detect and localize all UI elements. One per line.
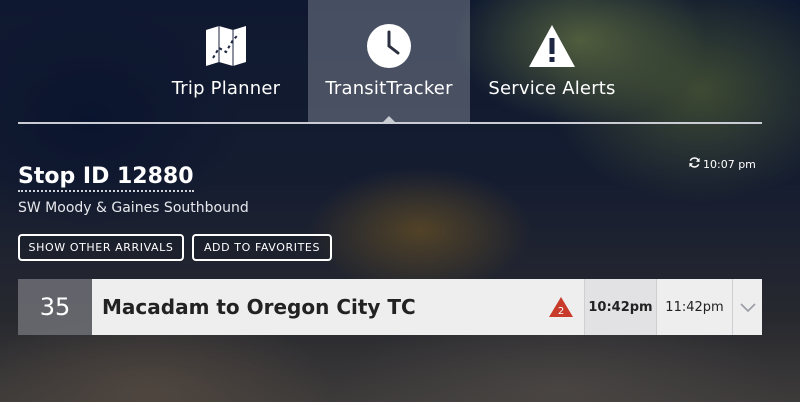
stop-title[interactable]: Stop ID 12880 <box>18 164 194 192</box>
expand-arrival-button[interactable] <box>732 279 762 335</box>
tab-label: TransitTracker <box>325 78 453 99</box>
clock-icon <box>366 22 412 70</box>
arrival-time-next: 10:42pm <box>584 279 656 335</box>
arrival-time-following: 11:42pm <box>656 279 732 335</box>
tab-trip-planner[interactable]: Trip Planner <box>146 0 306 123</box>
route-alert[interactable]: 2 <box>548 279 584 335</box>
active-tab-caret <box>382 116 396 123</box>
tab-transittracker[interactable]: TransitTracker <box>308 0 470 123</box>
alert-count: 2 <box>558 306 564 317</box>
tab-service-alerts[interactable]: Service Alerts <box>472 0 632 123</box>
tab-label: Trip Planner <box>171 78 281 99</box>
last-updated[interactable]: 10:07 pm <box>688 156 756 172</box>
stop-subtitle: SW Moody & Gaines Southbound <box>18 200 249 216</box>
main-nav: Trip Planner TransitTracker Service Aler… <box>0 0 800 124</box>
tab-label: Service Alerts <box>488 78 616 99</box>
add-to-favorites-button[interactable]: ADD TO FAVORITES <box>192 234 332 261</box>
route-name: Macadam to Oregon City TC <box>92 279 548 335</box>
updated-time: 10:07 pm <box>703 157 756 171</box>
arrival-row[interactable]: 35 Macadam to Oregon City TC 2 10:42pm 1… <box>18 279 762 335</box>
route-number: 35 <box>18 279 92 335</box>
refresh-icon <box>688 156 701 172</box>
show-other-arrivals-button[interactable]: SHOW OTHER ARRIVALS <box>18 234 184 261</box>
chevron-down-icon <box>739 298 756 317</box>
map-icon <box>204 22 248 70</box>
alert-triangle-icon: 2 <box>549 297 573 317</box>
warning-icon <box>528 22 576 70</box>
